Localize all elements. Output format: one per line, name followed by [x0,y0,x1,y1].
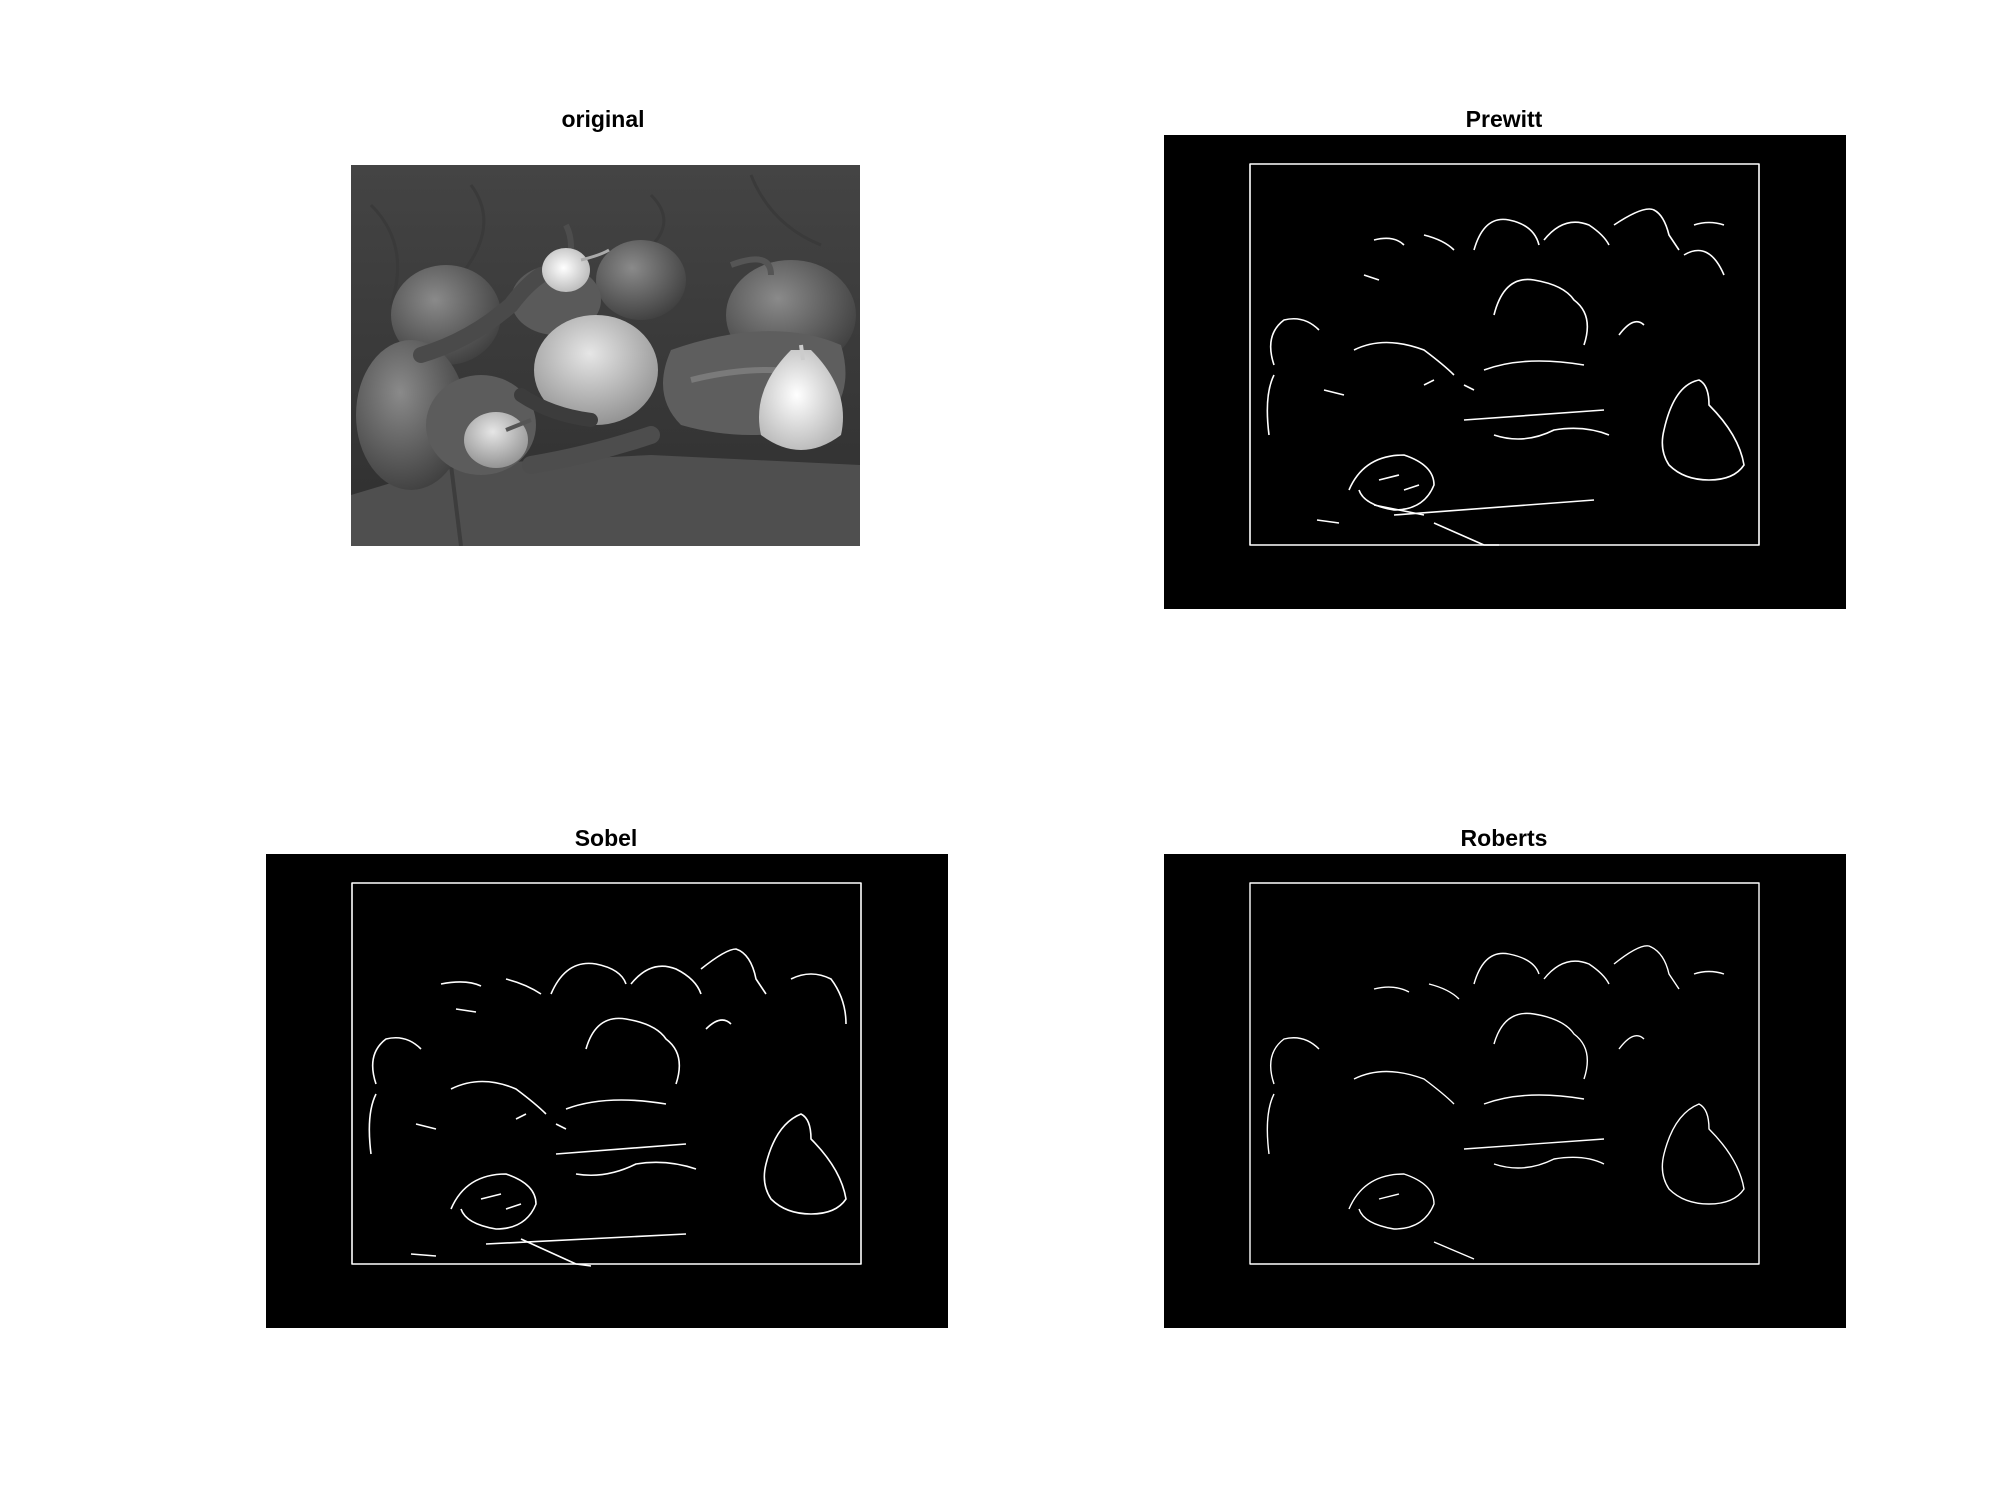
panel-title-original: original [561,106,645,132]
prewitt-edges [1249,163,1760,546]
original-image [351,165,860,546]
panel-title-sobel: Sobel [574,825,638,851]
roberts-edge-image [1164,854,1846,1328]
roberts-edges [1249,882,1760,1265]
sobel-edges [351,882,862,1267]
peppers-photo [351,165,860,546]
panel-title-roberts: Roberts [1460,825,1548,851]
prewitt-edge-image [1164,135,1846,609]
panel-title-prewitt: Prewitt [1465,106,1543,132]
sobel-edge-image [266,854,948,1328]
